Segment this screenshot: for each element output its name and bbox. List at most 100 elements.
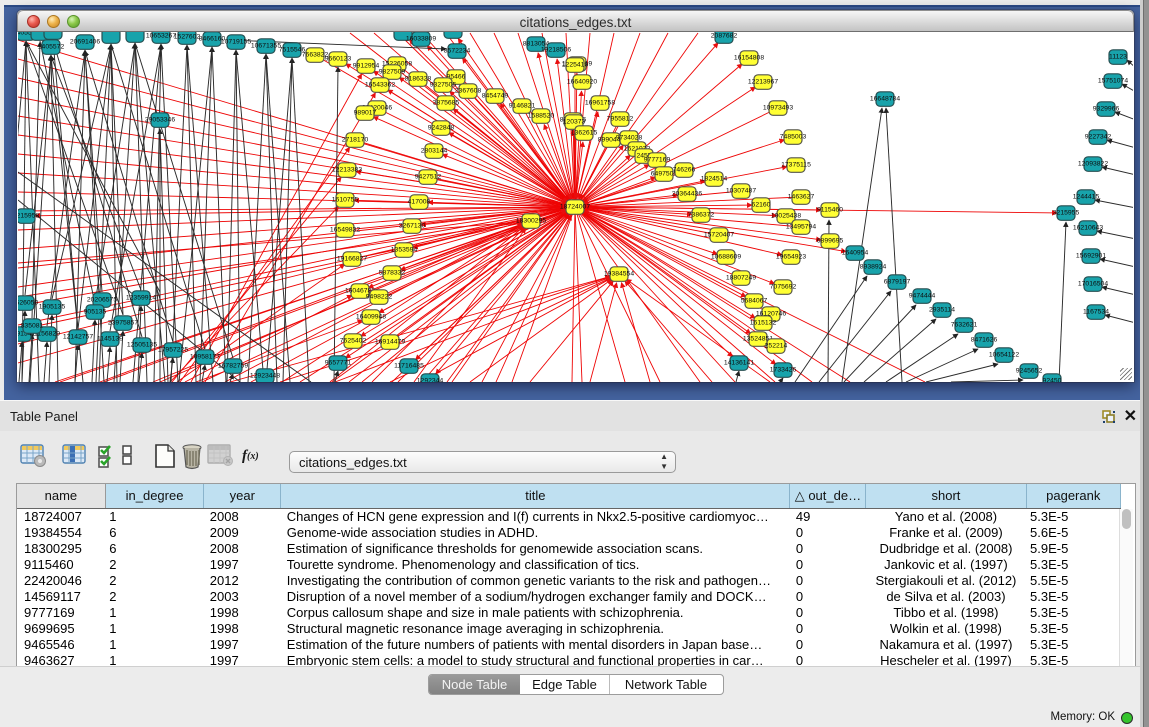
svg-text:19384554: 19384554	[604, 271, 634, 278]
svg-text:1527602: 1527602	[174, 34, 201, 41]
svg-text:15751074: 15751074	[1098, 78, 1128, 85]
svg-text:1353594: 1353594	[391, 247, 418, 254]
svg-text:92450: 92450	[1043, 378, 1062, 383]
svg-text:15720407: 15720407	[704, 232, 734, 239]
svg-text:16782759: 16782759	[218, 363, 248, 370]
svg-text:252214: 252214	[765, 343, 788, 350]
svg-text:9498222: 9498222	[366, 294, 393, 301]
svg-text:16543362: 16543362	[365, 82, 395, 89]
svg-text:1225419: 1225419	[562, 62, 589, 69]
svg-text:20364436: 20364436	[672, 191, 702, 198]
svg-text:10958177: 10958177	[190, 354, 220, 361]
svg-text:12213967: 12213967	[748, 79, 778, 86]
svg-text:62160: 62160	[752, 202, 771, 209]
svg-text:7625402: 7625402	[340, 338, 367, 345]
svg-text:(x): (x)	[247, 451, 259, 462]
svg-text:3267130: 3267130	[399, 223, 426, 230]
svg-text:1167534: 1167534	[1083, 309, 1109, 316]
svg-text:1405572: 1405572	[38, 44, 65, 51]
svg-text:17016504: 17016504	[1078, 281, 1108, 288]
svg-text:17375115: 17375115	[781, 162, 811, 169]
svg-text:9827509: 9827509	[379, 69, 406, 76]
svg-text:2367608: 2367608	[455, 88, 482, 95]
svg-text:7632621: 7632621	[951, 322, 978, 329]
svg-text:11123: 11123	[1109, 54, 1127, 61]
svg-text:9245652: 9245652	[1016, 368, 1043, 375]
svg-text:20206575: 20206575	[87, 297, 117, 304]
svg-text:9329966: 9329966	[1093, 106, 1120, 113]
svg-text:12213383: 12213383	[332, 167, 362, 174]
svg-text:16648784: 16648784	[870, 96, 900, 103]
svg-text:18300295: 18300295	[516, 218, 546, 225]
svg-text:9734028: 9734028	[616, 135, 643, 142]
svg-text:18807249: 18807249	[726, 275, 756, 282]
svg-text:7075692: 7075692	[770, 284, 797, 291]
svg-text:417008: 417008	[408, 199, 431, 206]
svg-text:9474444: 9474444	[909, 293, 936, 300]
svg-text:6879197: 6879197	[884, 279, 911, 286]
svg-text:16961758: 16961758	[585, 100, 615, 107]
svg-text:9427512: 9427512	[415, 174, 442, 181]
svg-text:10973493: 10973493	[763, 105, 793, 112]
svg-text:17957225: 17957225	[158, 347, 188, 354]
svg-text:19218506: 19218506	[541, 47, 571, 54]
svg-text:2935114: 2935114	[929, 307, 955, 314]
svg-text:15692901: 15692901	[1076, 253, 1106, 260]
svg-text:1292344: 1292344	[417, 378, 444, 383]
svg-text:5878332: 5878332	[379, 270, 406, 277]
svg-text:905135: 905135	[84, 309, 107, 316]
svg-text:8938924: 8938924	[860, 264, 887, 271]
svg-text:2718170: 2718170	[342, 137, 369, 144]
svg-text:9227342: 9227342	[1085, 134, 1112, 141]
svg-text:8454749: 8454749	[482, 93, 509, 100]
svg-text:8186328: 8186328	[405, 76, 432, 83]
svg-text:16409948: 16409948	[356, 314, 386, 321]
svg-text:1824514: 1824514	[701, 176, 728, 183]
svg-text:9777169: 9777169	[644, 157, 671, 164]
svg-text:20691406: 20691406	[70, 39, 100, 46]
svg-text:1640954: 1640954	[842, 250, 869, 257]
svg-text:14136141: 14136141	[724, 360, 754, 367]
svg-text:9146821: 9146821	[509, 103, 536, 110]
svg-text:12923448: 12923448	[250, 373, 280, 380]
svg-text:29053346: 29053346	[145, 117, 175, 124]
svg-text:2803144: 2803144	[421, 148, 448, 155]
svg-text:10719155: 10719155	[221, 39, 251, 46]
svg-text:7485003: 7485003	[780, 134, 807, 141]
svg-text:1615132: 1615132	[750, 320, 777, 327]
svg-text:9660123: 9660123	[325, 56, 352, 63]
svg-text:18724007: 18724007	[560, 204, 590, 211]
svg-text:9115460: 9115460	[817, 207, 843, 214]
svg-text:10307487: 10307487	[726, 188, 756, 195]
svg-text:13495794: 13495794	[786, 224, 816, 231]
svg-text:23975857: 23975857	[108, 320, 138, 327]
svg-text:10653267: 10653267	[146, 33, 176, 40]
svg-text:835081: 835081	[21, 323, 44, 330]
svg-text:7386372: 7386372	[688, 212, 715, 219]
svg-text:2087682: 2087682	[711, 33, 738, 40]
svg-text:1362615: 1362615	[571, 130, 598, 137]
svg-text:10025438: 10025438	[771, 213, 801, 220]
svg-text:1905135: 1905135	[39, 304, 66, 311]
svg-text:6899695: 6899695	[817, 238, 844, 245]
svg-text:19166827: 19166827	[337, 256, 367, 263]
svg-text:1588520: 1588520	[528, 113, 555, 120]
svg-text:10654122: 10654122	[989, 352, 1019, 359]
svg-text:10671355: 10671355	[251, 43, 281, 50]
svg-text:5684067: 5684067	[741, 298, 768, 305]
svg-text:12093822: 12093822	[1078, 161, 1108, 168]
svg-text:19654923: 19654923	[776, 254, 806, 261]
svg-text:989017: 989017	[354, 110, 377, 117]
svg-text:16549832: 16549832	[330, 227, 360, 234]
svg-text:9912954: 9912954	[353, 63, 380, 70]
svg-text:16210643: 16210643	[1073, 225, 1103, 232]
svg-text:7955812: 7955812	[607, 116, 634, 123]
svg-text:9327505: 9327505	[430, 82, 457, 89]
svg-text:8572234: 8572234	[444, 48, 471, 55]
svg-text:1145139: 1145139	[97, 336, 123, 343]
svg-text:8471626: 8471626	[971, 337, 998, 344]
svg-text:16033809: 16033809	[406, 36, 436, 43]
svg-text:1463627: 1463627	[788, 194, 815, 201]
svg-text:3875685: 3875685	[433, 100, 460, 107]
svg-text:2626050: 2626050	[18, 300, 38, 307]
